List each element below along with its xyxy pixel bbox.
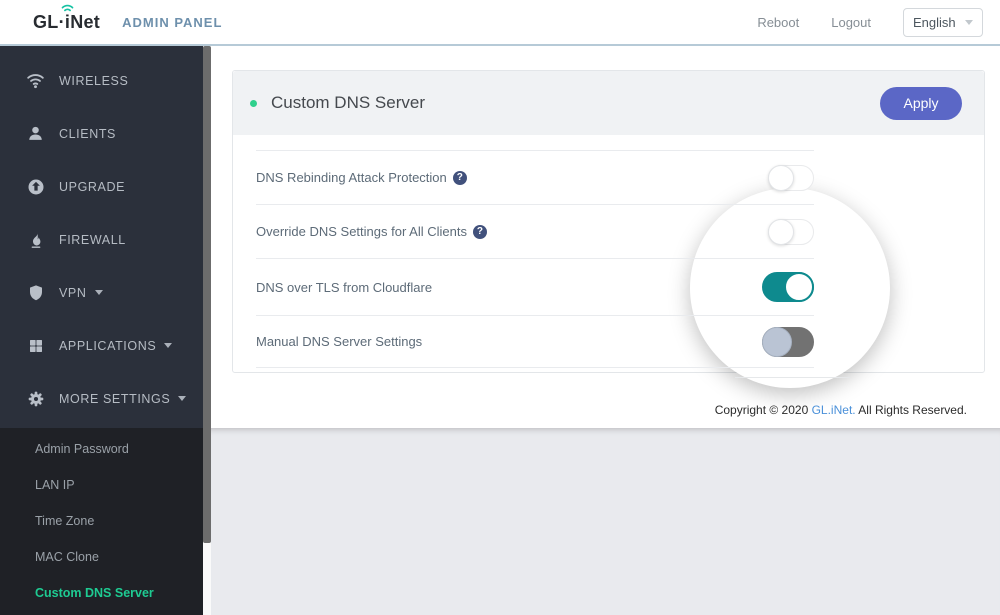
toggle-dns-rebinding-attack-protection[interactable] — [768, 164, 814, 191]
toggle-dns-over-tls-from-cloudflare[interactable] — [762, 272, 814, 302]
sidebar: WIRELESS CLIENTS UPGRADE FIREWALL VPN AP… — [0, 46, 203, 615]
settings-rows: DNS Rebinding Attack Protection ? Overri… — [256, 135, 814, 368]
toggle-manual-dns-server-settings[interactable] — [762, 326, 814, 357]
submenu-item-label: Admin Password — [35, 442, 129, 456]
submenu-item-label: MAC Clone — [35, 550, 99, 564]
gear-icon — [26, 389, 45, 408]
language-selected-value: English — [913, 14, 956, 30]
sidebar-item-upgrade[interactable]: UPGRADE — [0, 160, 203, 213]
copyright-footer: Copyright © 2020 GL.iNet. All Rights Res… — [715, 403, 967, 417]
magnified-card-border-line — [735, 377, 850, 378]
main-content: Custom DNS Server Apply DNS Rebinding At… — [211, 46, 1000, 615]
sidebar-item-label: WIRELESS — [59, 73, 129, 88]
person-icon — [26, 124, 45, 143]
submenu-item-time-zone[interactable]: Time Zone — [0, 503, 203, 539]
caret-down-icon — [178, 396, 187, 401]
sidebar-item-label: CLIENTS — [59, 126, 116, 141]
toggle-knob — [784, 272, 814, 302]
submenu-item-label: LAN IP — [35, 478, 75, 492]
wifi-icon — [26, 71, 45, 90]
page-background-lower — [211, 428, 1000, 615]
settings-row: DNS over TLS from Cloudflare — [256, 259, 814, 316]
logo-text-gl: GL· — [33, 11, 65, 32]
gl-inet-link[interactable]: GL.iNet. — [812, 403, 856, 417]
sidebar-item-vpn[interactable]: VPN — [0, 266, 203, 319]
gl-inet-logo: GL· iNet — [33, 4, 101, 33]
more-settings-submenu: Admin Password LAN IP Time Zone MAC Clon… — [0, 428, 203, 615]
logout-button[interactable]: Logout — [831, 15, 871, 30]
upgrade-icon — [26, 177, 45, 196]
sidebar-item-label: APPLICATIONS — [59, 338, 157, 353]
sidebar-item-firewall[interactable]: FIREWALL — [0, 213, 203, 266]
copyright-pre: Copyright © 2020 — [714, 403, 812, 417]
vertical-scrollbar-track[interactable] — [203, 46, 211, 615]
setting-label: DNS over TLS from Cloudflare — [256, 279, 433, 295]
setting-label: DNS Rebinding Attack Protection — [256, 170, 447, 185]
sidebar-item-label: VPN — [59, 285, 87, 300]
sidebar-item-clients[interactable]: CLIENTS — [0, 107, 203, 160]
help-icon-override-dns-settings-for-all-clients[interactable]: ? — [472, 224, 487, 239]
settings-row: DNS Rebinding Attack Protection ? — [256, 151, 814, 205]
toggle-knob — [768, 218, 794, 245]
setting-label: Manual DNS Server Settings — [256, 334, 423, 349]
sidebar-nav: WIRELESS CLIENTS UPGRADE FIREWALL VPN AP… — [0, 46, 203, 425]
sidebar-item-applications[interactable]: APPLICATIONS — [0, 319, 203, 372]
card-title: Custom DNS Server — [271, 93, 425, 112]
status-dot-icon — [250, 99, 257, 107]
card-header: Custom DNS Server Apply — [233, 71, 984, 135]
submenu-item-label: Custom DNS Server — [35, 586, 154, 600]
settings-row: Override DNS Settings for All Clients ? — [256, 205, 814, 259]
firewall-icon — [26, 230, 45, 249]
sidebar-item-wireless[interactable]: WIRELESS — [0, 54, 203, 107]
copyright-post: All Rights Reserved. — [855, 403, 967, 417]
setting-label: Override DNS Settings for All Clients — [256, 224, 467, 239]
caret-down-icon — [164, 343, 173, 348]
sidebar-item-label: FIREWALL — [59, 232, 126, 247]
sidebar-item-label: MORE SETTINGS — [59, 391, 171, 406]
logo-text-inet-wrap: iNet — [61, 4, 101, 33]
logo-text-inet: iNet — [64, 11, 101, 32]
submenu-item-lan-ip[interactable]: LAN IP — [0, 467, 203, 503]
apps-icon — [26, 336, 45, 355]
apply-button[interactable]: Apply — [880, 86, 962, 120]
toggle-knob — [762, 326, 792, 357]
chevron-down-icon — [965, 19, 973, 25]
help-icon-dns-rebinding-attack-protection[interactable]: ? — [452, 170, 467, 185]
toggle-override-dns-settings-for-all-clients[interactable] — [768, 218, 814, 245]
sidebar-item-more-settings[interactable]: MORE SETTINGS — [0, 372, 203, 425]
sidebar-item-label: UPGRADE — [59, 179, 126, 194]
scrolled-row-divider — [256, 135, 814, 151]
vertical-scrollbar-thumb[interactable] — [203, 46, 211, 543]
caret-down-icon — [94, 290, 103, 295]
submenu-item-admin-password[interactable]: Admin Password — [0, 431, 203, 467]
settings-row: Manual DNS Server Settings — [256, 316, 814, 368]
toggle-knob — [768, 164, 794, 191]
submenu-item-mac-clone[interactable]: MAC Clone — [0, 539, 203, 575]
reboot-button[interactable]: Reboot — [757, 15, 799, 30]
header-actions: Reboot Logout English — [757, 7, 983, 37]
admin-panel-label: ADMIN PANEL — [122, 14, 223, 30]
submenu-item-custom-dns-server[interactable]: Custom DNS Server — [0, 575, 203, 611]
submenu-item-label: Time Zone — [35, 514, 95, 528]
logo-wifi-icon — [61, 4, 74, 11]
top-header-bar: GL· iNet ADMIN PANEL Reboot Logout Englis… — [0, 0, 1000, 46]
shield-icon — [26, 283, 45, 302]
language-dropdown[interactable]: English — [903, 7, 983, 37]
